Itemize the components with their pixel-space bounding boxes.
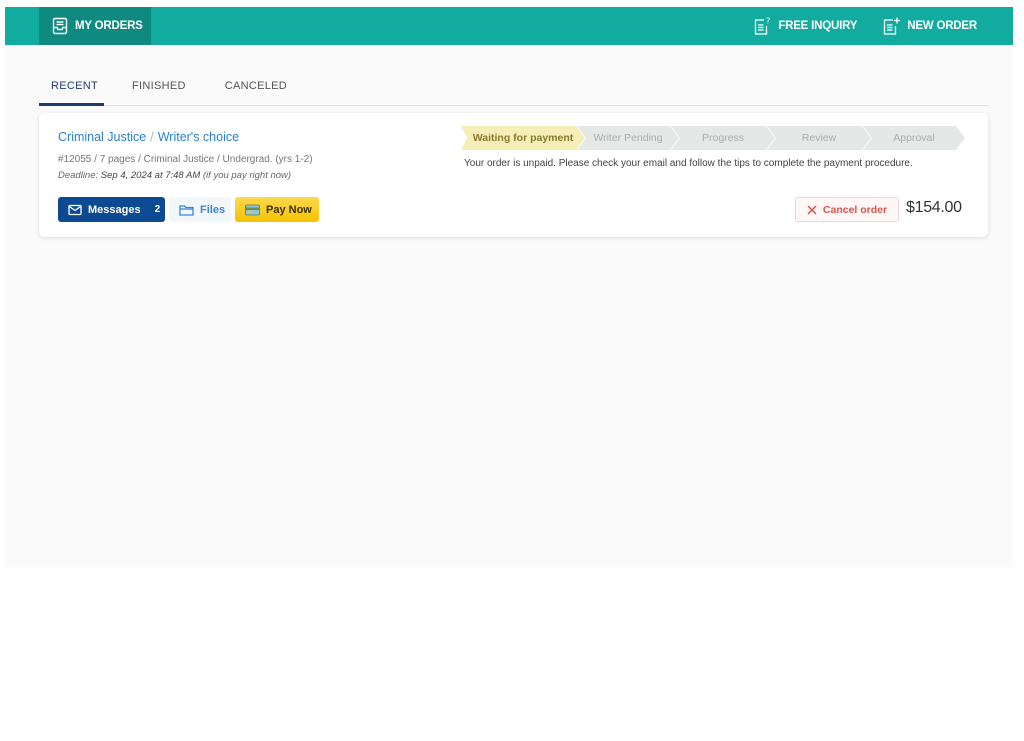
cancel-order-label: Cancel order	[822, 203, 888, 216]
order-card: Criminal Justice / Writer's choice #12055 …	[39, 113, 988, 237]
title-separator: /	[150, 130, 154, 144]
document-question-icon: ?	[752, 16, 772, 36]
app-frame: MY ORDERS ? FREE INQUIRY NEW ORDER RECEN…	[5, 7, 1013, 567]
nav-free-inquiry[interactable]: ? FREE INQUIRY	[752, 16, 857, 36]
order-subject-link[interactable]: Criminal Justice	[58, 130, 146, 144]
messages-label: Messages	[88, 203, 141, 216]
step-review: Review	[767, 126, 871, 150]
order-actions: Messages 2 Files Pay Now	[58, 197, 319, 222]
files-label: Files	[200, 203, 226, 216]
order-topic-link[interactable]: Writer's choice	[158, 130, 239, 144]
tab-finished[interactable]: FINISHED	[120, 75, 198, 106]
inbox-tray-icon	[51, 17, 69, 35]
order-title: Criminal Justice / Writer's choice	[58, 130, 239, 144]
nav-free-inquiry-label: FREE INQUIRY	[778, 20, 858, 32]
step-waiting-for-payment: Waiting for payment	[461, 126, 585, 150]
order-status-message: Your order is unpaid. Please check your …	[464, 158, 913, 169]
step-writer-pending: Writer Pending	[577, 126, 679, 150]
order-tabs: RECENT FINISHED CANCELED	[39, 75, 989, 106]
envelope-icon	[68, 204, 82, 216]
files-button[interactable]: Files	[169, 197, 231, 222]
deadline-label: Deadline:	[58, 170, 99, 181]
tab-recent[interactable]: RECENT	[39, 75, 104, 106]
nav-new-order-label: NEW ORDER	[907, 20, 977, 32]
step-progress: Progress	[671, 126, 775, 150]
credit-card-icon	[245, 204, 260, 216]
svg-text:?: ?	[766, 17, 770, 26]
tab-canceled[interactable]: CANCELED	[213, 75, 299, 106]
messages-count: 2	[154, 204, 161, 215]
nav-new-order[interactable]: NEW ORDER	[881, 16, 977, 36]
messages-button[interactable]: Messages 2	[58, 197, 165, 222]
deadline-note: (if you pay right now)	[202, 170, 292, 181]
order-price: $154.00	[906, 199, 962, 216]
order-deadline: Deadline: Sep 4, 2024 at 7:48 AM (if you…	[58, 170, 291, 181]
pay-now-label: Pay Now	[266, 203, 312, 216]
pay-now-button[interactable]: Pay Now	[235, 197, 319, 222]
nav-my-orders-label: MY ORDERS	[75, 20, 143, 32]
nav-my-orders[interactable]: MY ORDERS	[39, 7, 151, 45]
close-icon	[807, 204, 817, 215]
step-approval: Approval	[863, 126, 965, 150]
deadline-value: Sep 4, 2024 at 7:48 AM	[100, 170, 201, 181]
order-progress-steps: Waiting for payment Writer Pending Progr…	[461, 126, 957, 150]
top-navigation-bar: MY ORDERS ? FREE INQUIRY NEW ORDER	[5, 7, 1013, 45]
document-plus-icon	[881, 16, 901, 36]
folder-icon	[179, 204, 194, 216]
cancel-order-button[interactable]: Cancel order	[795, 197, 899, 222]
order-meta: #12055 / 7 pages / Criminal Justice / Un…	[58, 154, 313, 165]
